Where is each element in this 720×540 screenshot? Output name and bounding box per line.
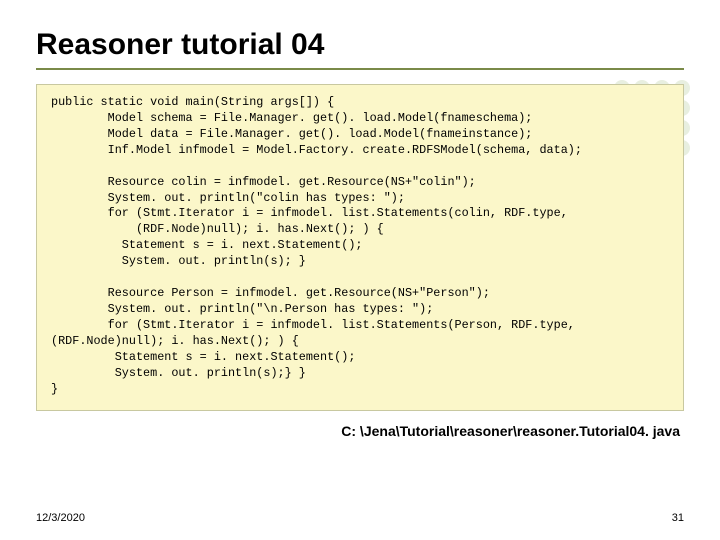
code-line: Resource Person = infmodel. get.Resource… xyxy=(51,286,490,300)
slide-footer: 12/3/2020 31 xyxy=(36,512,684,524)
code-line: public static void main(String args[]) { xyxy=(51,95,334,109)
code-line: Statement s = i. next.Statement(); xyxy=(51,350,355,364)
code-line: for (Stmt.Iterator i = infmodel. list.St… xyxy=(51,318,575,332)
slide-content: Reasoner tutorial 04 public static void … xyxy=(0,0,720,439)
code-line: System. out. println("colin has types: "… xyxy=(51,191,405,205)
code-line: for (Stmt.Iterator i = infmodel. list.St… xyxy=(51,206,568,220)
code-line: (RDF.Node)null); i. has.Next(); ) { xyxy=(51,222,384,236)
code-line: Model schema = File.Manager. get(). load… xyxy=(51,111,532,125)
slide-title: Reasoner tutorial 04 xyxy=(36,28,684,62)
code-line: System. out. println(s); } xyxy=(51,254,306,268)
file-path-caption: C: \Jena\Tutorial\reasoner\reasoner.Tuto… xyxy=(36,423,684,439)
code-line: Model data = File.Manager. get(). load.M… xyxy=(51,127,532,141)
footer-date: 12/3/2020 xyxy=(36,512,85,524)
title-rule xyxy=(36,68,684,70)
code-line: (RDF.Node)null); i. has.Next(); ) { xyxy=(51,334,299,348)
code-line: System. out. println(s);} } xyxy=(51,366,306,380)
code-line: System. out. println("\n.Person has type… xyxy=(51,302,433,316)
code-line: Inf.Model infmodel = Model.Factory. crea… xyxy=(51,143,582,157)
code-line: Statement s = i. next.Statement(); xyxy=(51,238,363,252)
code-block: public static void main(String args[]) {… xyxy=(36,84,684,411)
code-line: } xyxy=(51,382,58,396)
code-line: Resource colin = infmodel. get.Resource(… xyxy=(51,175,476,189)
footer-page: 31 xyxy=(672,512,684,524)
